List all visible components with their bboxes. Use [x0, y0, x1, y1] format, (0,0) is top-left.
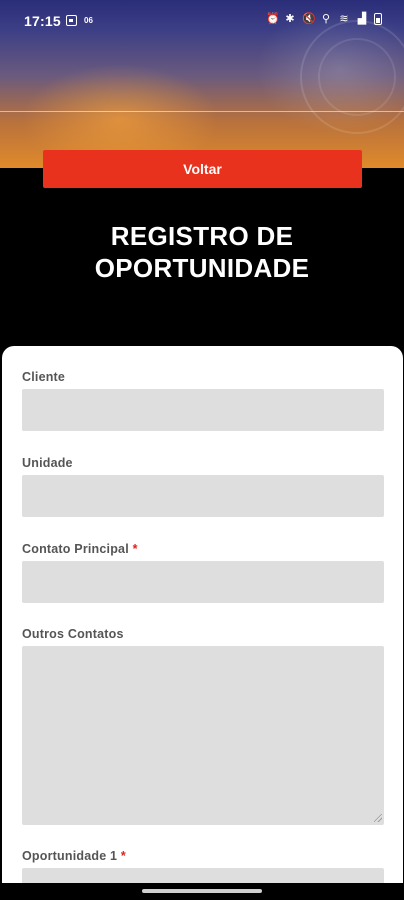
status-time: 17:15 — [24, 13, 61, 29]
screen: 17:15 06 ⏰ ✱ 🔇 ⚲ ≋ ▟ Voltar REGISTRO DE … — [0, 0, 404, 900]
contato-principal-input[interactable] — [22, 561, 384, 603]
home-gesture-handle[interactable] — [142, 889, 262, 893]
field-label-unidade: Unidade — [22, 456, 73, 470]
field-label-text: Contato Principal — [22, 542, 129, 556]
field-label-cliente: Cliente — [22, 370, 65, 384]
unidade-input[interactable] — [22, 475, 384, 517]
field-label-contato-principal: Contato Principal * — [22, 542, 138, 556]
required-marker: * — [132, 542, 138, 556]
outros-contatos-textarea[interactable] — [22, 646, 384, 825]
page-title-line-2: OPORTUNIDADE — [94, 253, 310, 283]
status-bar: 17:15 06 ⏰ ✱ 🔇 ⚲ ≋ ▟ — [0, 0, 404, 42]
resize-handle-icon[interactable] — [374, 814, 382, 822]
bluetooth-icon: ✱ — [285, 13, 295, 25]
field-label-text: Unidade — [22, 456, 73, 470]
alarm-icon: ⏰ — [266, 13, 280, 25]
field-label-text: Outros Contatos — [22, 627, 124, 641]
status-date-badge: 06 — [84, 16, 93, 25]
field-label-text: Oportunidade 1 — [22, 849, 118, 863]
field-label-outros-contatos: Outros Contatos — [22, 627, 124, 641]
battery-icon — [374, 13, 382, 25]
required-marker: * — [120, 849, 126, 863]
signal-icon: ▟ — [357, 13, 367, 25]
calendar-icon — [66, 15, 77, 26]
page-title-line-1: REGISTRO DE — [110, 221, 294, 251]
cliente-input[interactable] — [22, 389, 384, 431]
wifi-icon: ≋ — [339, 13, 349, 25]
field-label-text: Cliente — [22, 370, 66, 384]
page-title: REGISTRO DE OPORTUNIDADE — [0, 220, 404, 284]
system-nav-bar — [0, 883, 404, 900]
location-icon: ⚲ — [321, 13, 331, 25]
status-icons: ⏰ ✱ 🔇 ⚲ ≋ ▟ — [266, 13, 382, 25]
form-card: Cliente Unidade Contato Principal * Outr… — [2, 346, 403, 900]
mute-icon: 🔇 — [302, 13, 316, 25]
field-label-oportunidade-1: Oportunidade 1 * — [22, 849, 126, 863]
banner-divider — [0, 111, 404, 112]
banner-decoration-inner — [318, 38, 396, 116]
back-button[interactable]: Voltar — [43, 150, 362, 188]
